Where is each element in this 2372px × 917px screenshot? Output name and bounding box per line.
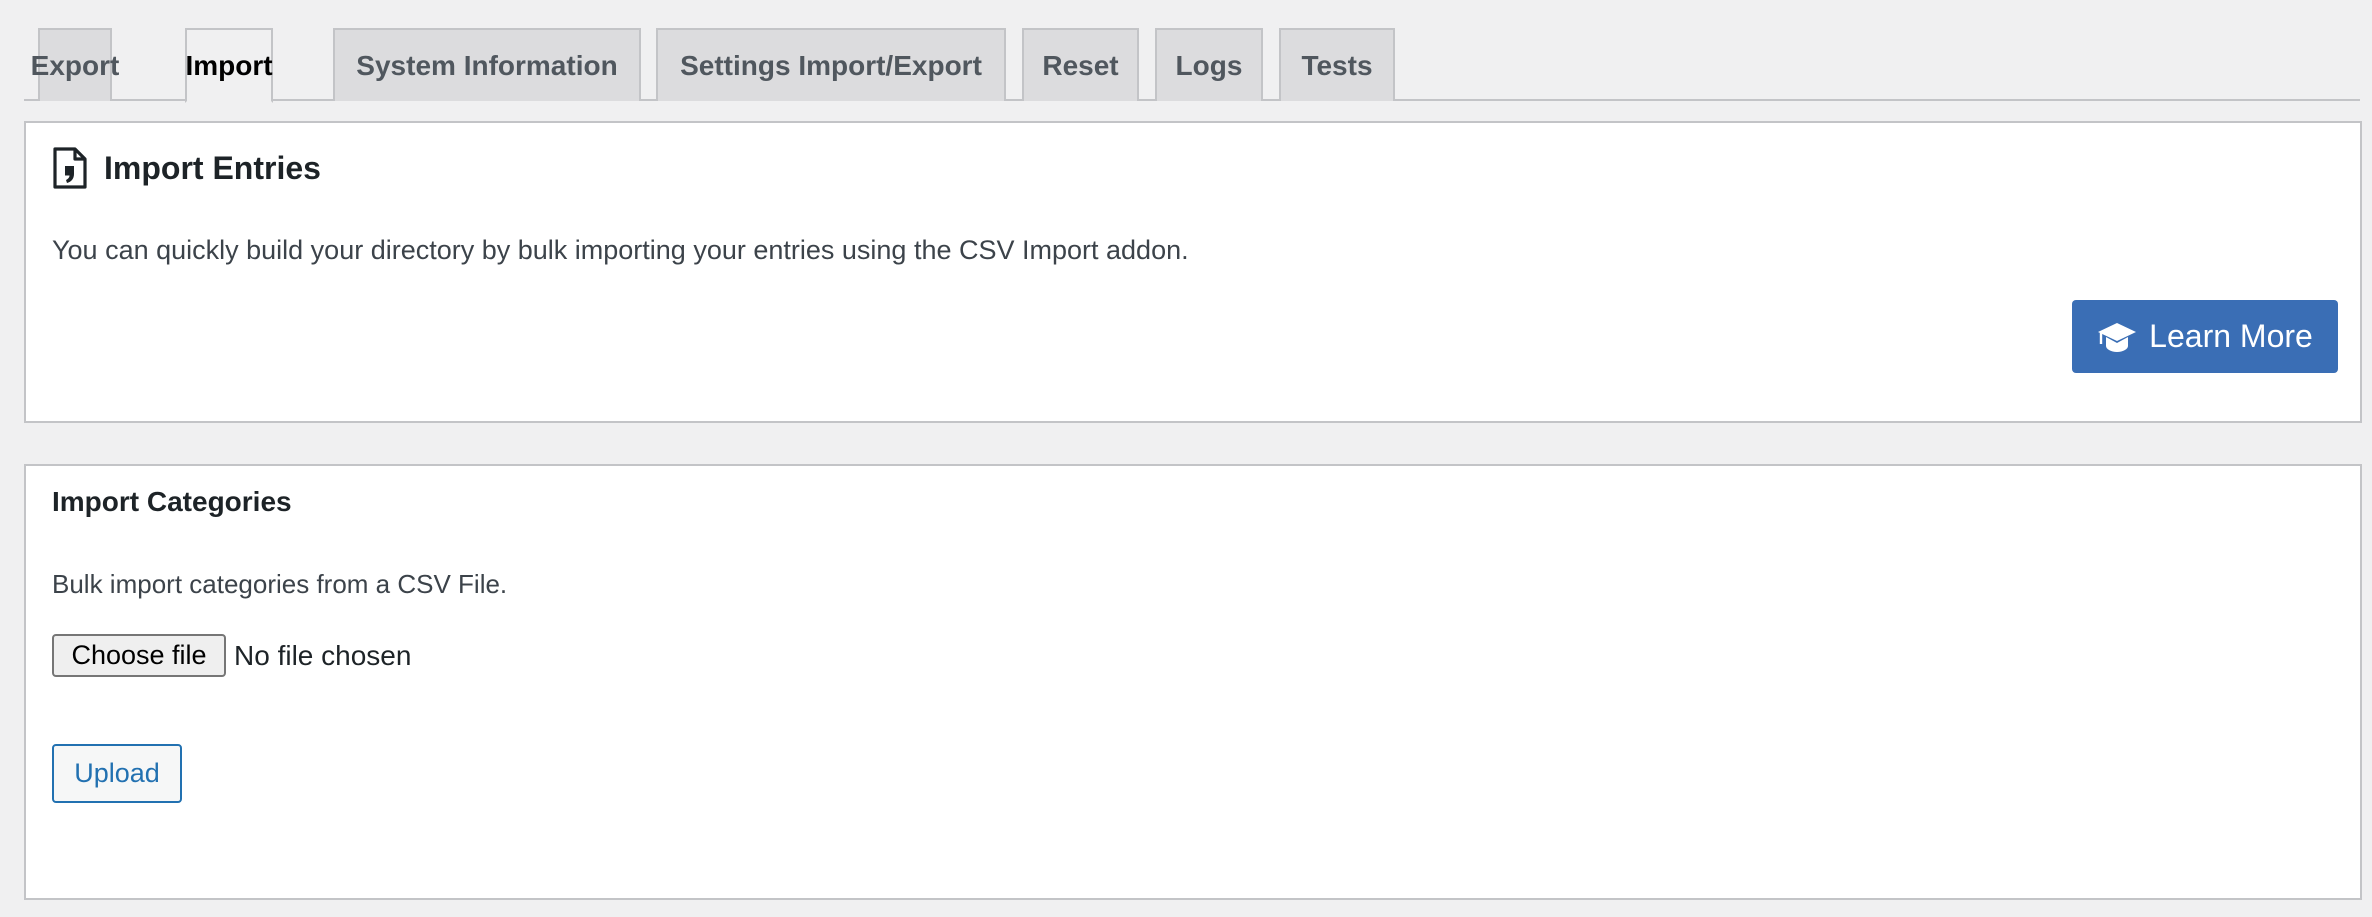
tab-system-information[interactable]: System Information (333, 28, 641, 101)
import-categories-title: Import Categories (52, 486, 292, 517)
learn-more-label: Learn More (2149, 318, 2313, 354)
import-entries-header: Import Entries (52, 143, 321, 193)
choose-file-button[interactable]: Choose file (52, 634, 226, 677)
tab-tests[interactable]: Tests (1279, 28, 1395, 101)
import-entries-panel: Import Entries You can quickly build you… (24, 121, 2362, 423)
document-quote-icon (53, 147, 87, 189)
import-categories-panel: Import Categories Bulk import categories… (24, 464, 2362, 900)
learn-more-button[interactable]: Learn More (2072, 300, 2338, 373)
file-status-text: No file chosen (234, 639, 412, 671)
tab-settings-import-export[interactable]: Settings Import/Export (656, 28, 1006, 101)
tab-import[interactable]: Import (185, 28, 273, 103)
import-categories-description: Bulk import categories from a CSV File. (52, 569, 508, 599)
tab-export[interactable]: Export (31, 28, 119, 101)
upload-button[interactable]: Upload (52, 744, 182, 803)
graduation-cap-icon (2098, 322, 2137, 352)
tab-reset[interactable]: Reset (1022, 28, 1139, 101)
tab-bar: Export Import System Information Setting… (24, 28, 2360, 103)
tab-logs[interactable]: Logs (1155, 28, 1263, 101)
import-entries-description: You can quickly build your directory by … (52, 235, 1189, 265)
csv-file-input: Choose file No file chosen (52, 634, 411, 677)
import-entries-title: Import Entries (104, 149, 321, 186)
